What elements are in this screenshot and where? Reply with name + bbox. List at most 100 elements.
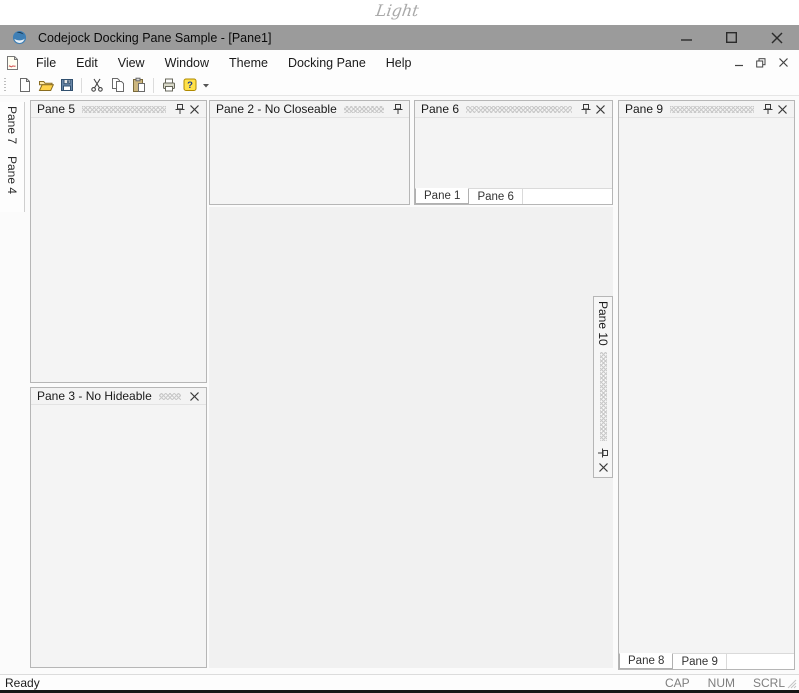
pane-2-body (210, 118, 409, 204)
close-pane-button[interactable] (596, 460, 611, 475)
pin-button[interactable] (596, 445, 611, 460)
pane-5: Pane 5 (30, 100, 207, 383)
open-file-button[interactable] (35, 76, 56, 95)
app-logo-icon (12, 30, 27, 45)
caption-texture (82, 106, 166, 113)
help-about-button[interactable]: ? (179, 76, 200, 95)
print-button[interactable] (158, 76, 179, 95)
pin-icon (762, 103, 774, 115)
close-button[interactable] (754, 25, 799, 50)
paste-clipboard-icon (131, 77, 147, 93)
tab-pane1[interactable]: Pane 1 (415, 188, 469, 204)
menu-edit[interactable]: Edit (66, 50, 108, 75)
pane-9-caption[interactable]: Pane 9 (619, 101, 794, 118)
pane-6-tabstrip: Pane 1 Pane 6 (415, 188, 612, 204)
paste-button[interactable] (128, 76, 149, 95)
menu-view[interactable]: View (108, 50, 155, 75)
docking-workspace: Pane 7 Pane 4 Pane 5 (0, 96, 799, 674)
caption-texture-vertical (600, 352, 607, 441)
toolbar-grip[interactable] (4, 78, 8, 93)
toolbar-separator (81, 78, 82, 93)
pane-title: Pane 9 (625, 102, 663, 116)
mdi-close-button[interactable] (775, 55, 791, 71)
close-pane-button[interactable] (187, 389, 202, 403)
pane-title: Pane 10 (596, 301, 610, 346)
scroll-indicator: SCRL (753, 676, 785, 690)
pin-button[interactable] (578, 102, 593, 116)
close-pane-button[interactable] (593, 102, 608, 116)
new-document-icon (17, 77, 33, 93)
minimize-icon (681, 32, 692, 43)
pin-button[interactable] (760, 102, 775, 116)
pane-2: Pane 2 - No Closeable (209, 100, 410, 205)
standard-toolbar: ? (0, 75, 799, 96)
open-folder-icon (38, 77, 54, 93)
pin-button[interactable] (172, 102, 187, 116)
pane-9-group: Pane 9 Pane 8 (618, 100, 795, 670)
close-icon (599, 463, 608, 472)
pane-3-body (31, 405, 206, 667)
pane-6-group: Pane 6 Pane 1 (414, 100, 613, 205)
mdi-close-icon (779, 58, 788, 67)
close-icon (778, 105, 787, 114)
pane-title: Pane 5 (37, 102, 75, 116)
new-document-button[interactable] (14, 76, 35, 95)
menu-file[interactable]: File (26, 50, 66, 75)
pin-icon (392, 103, 404, 115)
pane-2-caption[interactable]: Pane 2 - No Closeable (210, 101, 409, 118)
autohide-tab-pane4[interactable]: Pane 4 (5, 156, 19, 194)
autohide-strip-left: Pane 7 Pane 4 (0, 102, 25, 212)
mdi-restore-button[interactable] (753, 55, 769, 71)
status-bar: Ready CAP NUM SCRL (0, 674, 799, 690)
caption-texture (159, 393, 181, 400)
pane-title: Pane 3 - No Hideable (37, 389, 152, 403)
close-pane-button[interactable] (775, 102, 790, 116)
cut-button[interactable] (86, 76, 107, 95)
print-icon (161, 77, 177, 93)
pane-title: Pane 6 (421, 102, 459, 116)
pin-icon (597, 447, 609, 459)
desktop-strip: Light (0, 0, 799, 25)
window-title: Codejock Docking Pane Sample - [Pane1] (38, 31, 271, 45)
status-message: Ready (5, 676, 40, 690)
pane-5-body (31, 118, 206, 382)
caps-indicator: CAP (665, 676, 690, 690)
minimize-button[interactable] (664, 25, 709, 50)
pane-3: Pane 3 - No Hideable (30, 387, 207, 668)
menu-bar: File Edit View Window Theme Docking Pane… (0, 50, 799, 75)
pane-3-caption[interactable]: Pane 3 - No Hideable (31, 388, 206, 405)
pin-button[interactable] (390, 102, 405, 116)
chevron-down-icon (202, 81, 210, 89)
resize-grip-icon[interactable] (786, 678, 797, 689)
maximize-icon (726, 32, 737, 43)
save-button[interactable] (56, 76, 77, 95)
menu-theme[interactable]: Theme (219, 50, 278, 75)
toolbar-options-button[interactable] (202, 81, 210, 89)
autohide-tab-pane7[interactable]: Pane 7 (5, 106, 19, 144)
close-icon (190, 392, 199, 401)
close-icon (190, 105, 199, 114)
tab-pane9[interactable]: Pane 9 (673, 654, 726, 669)
copy-icon (110, 77, 126, 93)
close-pane-button[interactable] (187, 102, 202, 116)
toolbar-separator (153, 78, 154, 93)
tab-pane8[interactable]: Pane 8 (619, 653, 673, 669)
pane-5-caption[interactable]: Pane 5 (31, 101, 206, 118)
pane-9-tabstrip: Pane 8 Pane 9 (619, 653, 794, 669)
caption-texture (344, 106, 384, 113)
title-bar[interactable]: Codejock Docking Pane Sample - [Pane1] (0, 25, 799, 50)
close-icon (771, 32, 783, 44)
mdi-document-icon[interactable] (4, 55, 20, 71)
tab-pane6[interactable]: Pane 6 (469, 189, 522, 204)
caption-texture (670, 106, 754, 113)
pane-title: Pane 2 - No Closeable (216, 102, 337, 116)
mdi-minimize-button[interactable] (731, 55, 747, 71)
copy-button[interactable] (107, 76, 128, 95)
menu-window[interactable]: Window (155, 50, 219, 75)
maximize-button[interactable] (709, 25, 754, 50)
menu-docking-pane[interactable]: Docking Pane (278, 50, 376, 75)
pane-6-caption[interactable]: Pane 6 (415, 101, 612, 118)
menu-help[interactable]: Help (376, 50, 422, 75)
cut-scissors-icon (89, 77, 105, 93)
pane-10-collapsed[interactable]: Pane 10 (593, 296, 613, 478)
